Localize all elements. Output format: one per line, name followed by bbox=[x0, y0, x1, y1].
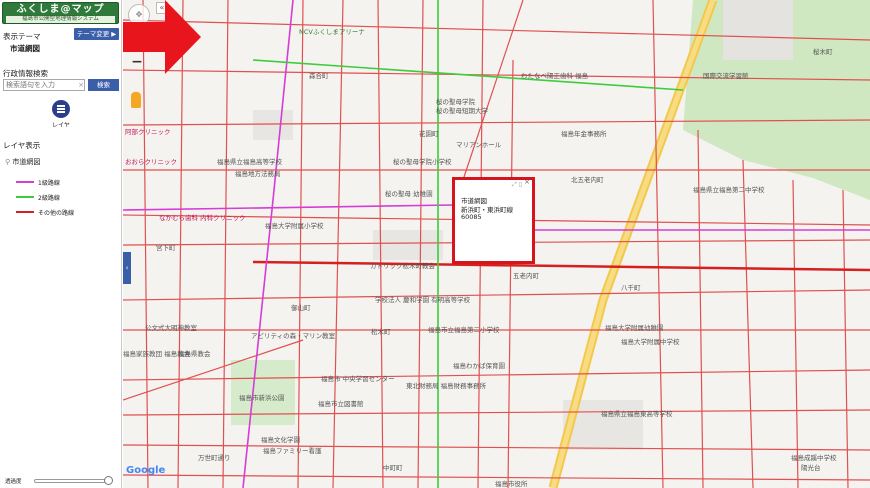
red-arrow-icon bbox=[123, 0, 201, 74]
map-label: 学校法人 慶和学園 有明高等学校 bbox=[375, 296, 471, 304]
building-block bbox=[373, 230, 443, 260]
map-label: 中町町 bbox=[383, 464, 403, 472]
map-label: 国際交流学習館 bbox=[703, 72, 749, 80]
map-label: 宮下町 bbox=[156, 244, 176, 252]
map-label: 東北財務局 福島財務事務所 bbox=[406, 382, 487, 390]
map-label: 五老内町 bbox=[513, 272, 539, 280]
map-label: 福島地方法務局 bbox=[235, 170, 281, 178]
map-label: 北五老内町 bbox=[571, 176, 604, 184]
map-label: 桜の聖母短期大学 bbox=[436, 107, 488, 115]
map-label: 福島市 中央学習センター bbox=[321, 375, 395, 383]
map-label: 福島年金事務所 bbox=[561, 130, 607, 138]
map-label: 公文式大明神教室 bbox=[145, 324, 197, 332]
map-label: 福島文化学園 bbox=[261, 436, 300, 444]
map-label: 福島ファミリー看護 bbox=[263, 447, 322, 455]
building-block bbox=[723, 0, 793, 60]
layer-section-title: レイヤ表示 bbox=[3, 141, 41, 150]
map-label: 福島成蹊中学校 bbox=[791, 454, 837, 462]
legend-line-swatch bbox=[16, 196, 34, 198]
logo-title: ふくしま@マップ bbox=[16, 4, 105, 15]
legend-label: その他の路線 bbox=[38, 210, 75, 217]
search-button[interactable]: 検索 bbox=[88, 79, 119, 91]
map-label: おおらクリニック bbox=[125, 158, 177, 166]
map-label: 福島市立福島第二小学校 bbox=[428, 326, 500, 334]
layer-folder-icon: ⚲ bbox=[5, 158, 11, 166]
layer-tree-item[interactable]: ⚲ 市道網図 bbox=[5, 157, 40, 167]
map-label: 福島市立図書館 bbox=[318, 400, 364, 408]
map-label: 福島県立福島高等学校 bbox=[217, 158, 282, 166]
current-theme: 市道網図 bbox=[10, 44, 40, 53]
clear-search-button[interactable]: × bbox=[77, 80, 85, 90]
main-road bbox=[252, 260, 870, 272]
map-label: 福島家族教団 福島教会 bbox=[123, 350, 191, 358]
feature-info-popup: ⤢ ▯ × 市道網図 新浜町・東浜町線 60085 bbox=[452, 177, 535, 264]
map-label: 桜の聖母学院小学校 bbox=[393, 158, 452, 166]
map-label: 万世町通り bbox=[198, 454, 231, 462]
street-view-pegman-icon[interactable] bbox=[131, 92, 141, 108]
layer-button-label: レイヤ bbox=[52, 122, 70, 129]
map-label: 福島県立福島東高等学校 bbox=[601, 410, 673, 418]
map-label: 花園町 bbox=[419, 130, 439, 138]
map-label: なかむら歯科 内科クリニック bbox=[159, 214, 246, 222]
opacity-slider[interactable] bbox=[34, 479, 110, 483]
map-label: 森合町 bbox=[309, 72, 329, 80]
map-label: 阿部クリニック bbox=[125, 128, 171, 136]
map-label: アビリティの森・マリン教室 bbox=[251, 332, 336, 340]
map-label: 桜の聖母 幼稚園 bbox=[385, 190, 433, 198]
map-label: 福島大学附属小学校 bbox=[265, 222, 324, 230]
side-panel: ふくしま@マップ 福島市公開型地理情報システム 表示テーマ テーマ変更 ▶ 市道… bbox=[0, 0, 122, 488]
app-logo[interactable]: ふくしま@マップ 福島市公開型地理情報システム bbox=[2, 2, 119, 24]
popup-close-button[interactable]: × bbox=[524, 178, 530, 186]
map-label: NCVふくしまアリーナ bbox=[299, 28, 365, 36]
map-label: 福島大学附属幼稚園 bbox=[605, 324, 664, 332]
logo-subtitle: 福島市公開型地理情報システム bbox=[6, 16, 115, 23]
opacity-slider-handle[interactable] bbox=[104, 476, 113, 485]
theme-label: 表示テーマ bbox=[3, 32, 41, 41]
map-label: マリアンホール bbox=[456, 141, 502, 149]
map-label: 福島大学附属中学校 bbox=[621, 338, 680, 346]
map-label: カトリック松木町教会 bbox=[370, 262, 435, 270]
map-label: 桜木町 bbox=[813, 48, 833, 56]
map-label: 福島市新浜公園 bbox=[239, 394, 285, 402]
popup-road-id: 60085 bbox=[461, 213, 482, 221]
map-label: 陽光台 bbox=[801, 464, 821, 472]
legend-label: 1級路線 bbox=[38, 180, 60, 187]
map-label: 松木町 bbox=[371, 328, 391, 336]
search-title: 行政情報検索 bbox=[3, 69, 48, 78]
list-icon bbox=[52, 100, 70, 118]
building-block bbox=[253, 110, 293, 140]
search-input[interactable] bbox=[3, 79, 85, 91]
map-label: わたなべ陽正歯科 福島 bbox=[521, 72, 589, 80]
map-label: 福島市役所 bbox=[495, 480, 528, 488]
legend-label: 2級路線 bbox=[38, 195, 60, 202]
map-label: 福島県立福島第二中学校 bbox=[693, 186, 765, 194]
popup-tools[interactable]: ⤢ ▯ bbox=[512, 181, 522, 189]
map-canvas[interactable]: NCVふくしまアリーナ 森合町 桜の聖母学院 桜の聖母短期大学 花園町 マリアン… bbox=[123, 0, 870, 488]
layer-button[interactable]: レイヤ bbox=[50, 100, 72, 129]
legend-line-swatch bbox=[16, 181, 34, 183]
opacity-label: 透過度 bbox=[5, 479, 22, 485]
theme-change-button[interactable]: テーマ変更 ▶ bbox=[74, 28, 119, 40]
legend-line-swatch bbox=[16, 211, 34, 213]
layer-group-label: 市道網図 bbox=[12, 158, 41, 166]
map-label: 八千町 bbox=[621, 284, 641, 292]
panel-toggle-tab[interactable]: ‹ bbox=[123, 252, 131, 284]
google-logo: Google bbox=[126, 465, 166, 476]
map-label: 御山町 bbox=[291, 304, 311, 312]
map-label: 福島わかば保育園 bbox=[453, 362, 505, 370]
